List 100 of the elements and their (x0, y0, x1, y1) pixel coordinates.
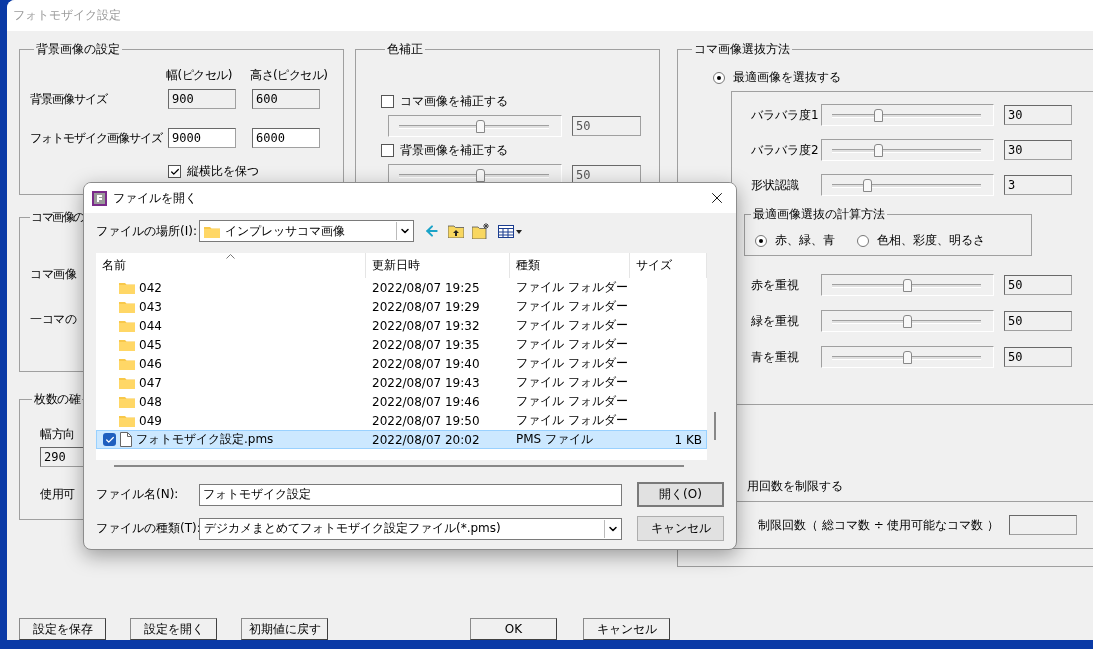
size-cell-text: 1 KB (673, 432, 703, 447)
checkbox-label: 縦横比を保つ (187, 163, 259, 180)
file-name: 049 (139, 413, 162, 428)
slider-thumb[interactable] (902, 279, 912, 292)
vertical-scrollbar-thumb[interactable] (714, 412, 716, 440)
file-row[interactable]: 049 2022/08/07 19:50 ファイル フォルダー (96, 411, 707, 430)
value-field[interactable]: 50 (572, 116, 641, 136)
group-title: 色補正 (386, 41, 424, 58)
field-label: 使用可 (40, 486, 75, 503)
column-label: 幅(ピクセル) (166, 67, 233, 84)
field-label: 背景画像サイズ (30, 90, 109, 108)
column-header[interactable]: 名前 (96, 253, 366, 278)
value-field[interactable]: 30 (1004, 140, 1072, 160)
slider-label: 青を重視 (751, 348, 800, 366)
slider[interactable] (388, 115, 562, 137)
checkbox-label: 用回数を制限する (747, 478, 843, 495)
checkbox[interactable] (381, 144, 394, 157)
file-name: 042 (139, 280, 162, 295)
document-icon (120, 432, 132, 447)
slider-thumb[interactable] (475, 120, 485, 133)
action-button[interactable]: 初期値に戻す (241, 618, 328, 640)
value-field[interactable]: 50 (1004, 275, 1072, 295)
value-field[interactable]: 50 (1004, 347, 1072, 367)
action-button[interactable]: 設定を開く (130, 618, 217, 640)
horizontal-scrollbar-thumb[interactable] (114, 465, 684, 467)
filename-field[interactable]: フォトモザイク設定 (199, 483, 622, 506)
slider[interactable] (821, 274, 994, 296)
file-name: 043 (139, 299, 162, 314)
column-header[interactable]: サイズ (630, 253, 707, 278)
type-cell-text: ファイル フォルダー (515, 317, 629, 334)
filename-label: ファイル名(N): (96, 486, 180, 503)
slider-label: バラバラ度1 (751, 106, 820, 124)
slider-thumb[interactable] (863, 179, 873, 192)
location-label: ファイルの場所(I): (96, 222, 198, 240)
folder-icon (204, 224, 220, 238)
radio-label: 色相、彩度、明るさ (877, 232, 985, 249)
limit-field[interactable] (1009, 515, 1078, 535)
date-cell-text: 2022/08/07 19:40 (371, 356, 481, 371)
type-cell-text: ファイル フォルダー (515, 279, 629, 296)
radio-label: 最適画像を選抜する (733, 69, 841, 86)
open-button[interactable]: 開く(O) (637, 482, 724, 507)
type-cell-text: ファイル フォルダー (515, 355, 629, 372)
file-row[interactable]: フォトモザイク設定.pms 2022/08/07 20:02 PMS ファイル 1 KB (96, 430, 707, 449)
slider-thumb[interactable] (902, 315, 912, 328)
slider-thumb[interactable] (902, 351, 912, 364)
file-row[interactable]: 046 2022/08/07 19:40 ファイル フォルダー (96, 354, 707, 373)
date-cell-text: 2022/08/07 20:02 (371, 432, 481, 447)
slider-thumb[interactable] (873, 144, 883, 157)
slider[interactable] (821, 139, 994, 161)
slider-label: 緑を重視 (751, 312, 800, 330)
file-row[interactable]: 047 2022/08/07 19:43 ファイル フォルダー (96, 373, 707, 392)
checkbox[interactable] (168, 165, 181, 178)
new-folder-icon[interactable] (472, 223, 490, 239)
radio-button[interactable] (713, 71, 725, 84)
view-menu-icon[interactable] (498, 224, 522, 238)
cancel-button[interactable]: キャンセル (637, 516, 724, 541)
action-button[interactable]: 設定を保存 (19, 618, 106, 640)
file-row[interactable]: 048 2022/08/07 19:46 ファイル フォルダー (96, 392, 707, 411)
checkbox[interactable] (381, 95, 394, 108)
up-folder-icon[interactable] (448, 224, 464, 238)
group-title: コマ画像選抜方法 (693, 41, 791, 58)
action-button[interactable]: OK (470, 618, 557, 640)
radio-button[interactable] (857, 234, 869, 247)
filetype-dropdown[interactable]: デジカメまとめてフォトモザイク設定ファイル(*.pms) (199, 517, 622, 540)
column-header[interactable]: 更新日時 (366, 253, 510, 278)
width-field[interactable]: 9000 (168, 128, 236, 148)
folder-icon (119, 376, 135, 389)
slider[interactable] (821, 310, 994, 332)
slider-label: 赤を重視 (751, 276, 800, 294)
value-field[interactable]: 50 (1004, 311, 1072, 331)
slider[interactable] (821, 346, 994, 368)
folder-icon (119, 414, 135, 427)
slider-thumb[interactable] (475, 169, 485, 182)
height-field[interactable]: 6000 (252, 128, 320, 148)
back-icon[interactable] (424, 223, 440, 239)
file-row[interactable]: 044 2022/08/07 19:32 ファイル フォルダー (96, 316, 707, 335)
slider-label: 形状認識 (751, 176, 800, 194)
value-field[interactable]: 30 (1004, 105, 1072, 125)
value-field[interactable]: 50 (572, 165, 641, 185)
column-header[interactable]: 種類 (510, 253, 630, 278)
action-button[interactable]: キャンセル (583, 618, 670, 640)
slider-thumb[interactable] (873, 109, 883, 122)
slider[interactable] (821, 104, 994, 126)
checkbox[interactable] (103, 433, 116, 446)
value-field[interactable]: 3 (1004, 175, 1072, 195)
radio-button[interactable] (755, 234, 767, 247)
slider[interactable] (821, 174, 994, 196)
column-label: 高さ(ピクセル) (250, 67, 328, 84)
file-row[interactable]: 045 2022/08/07 19:35 ファイル フォルダー (96, 335, 707, 354)
type-cell-text: ファイル フォルダー (515, 412, 629, 429)
file-row[interactable]: 042 2022/08/07 19:25 ファイル フォルダー (96, 278, 707, 297)
file-row[interactable]: 043 2022/08/07 19:29 ファイル フォルダー (96, 297, 707, 316)
folder-icon (119, 281, 135, 294)
file-name: 044 (139, 318, 162, 333)
location-dropdown[interactable]: インプレッサコマ画像 (199, 220, 414, 242)
folder-icon (119, 357, 135, 370)
date-cell-text: 2022/08/07 19:29 (371, 299, 481, 314)
type-cell-text: ファイル フォルダー (515, 298, 629, 315)
app-icon (92, 190, 107, 206)
date-cell-text: 2022/08/07 19:50 (371, 413, 481, 428)
